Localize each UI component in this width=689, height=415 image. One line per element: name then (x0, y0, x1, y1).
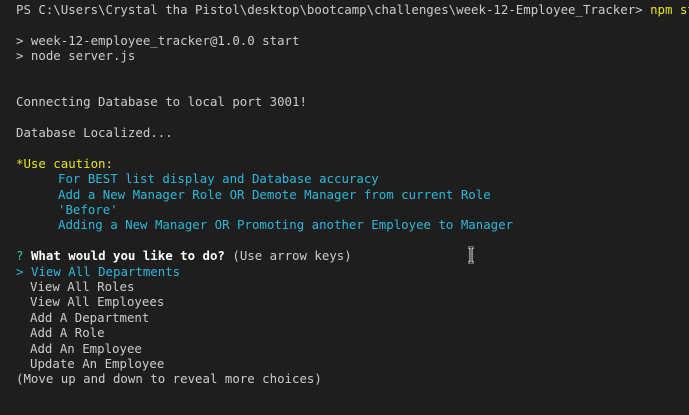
question-line: ? What would you like to do? (Use arrow … (16, 248, 689, 263)
menu-item-label: Update An Employee (30, 355, 165, 371)
caution-line-1: For BEST list display and Database accur… (58, 171, 379, 187)
menu-item-label: View All Employees (30, 294, 165, 310)
menu-item-view-all-departments[interactable]: > View All Departments (16, 264, 689, 279)
menu-item-update-an-employee[interactable]: Update An Employee (16, 356, 689, 371)
prompt-line: PS C:\Users\Crystal tha Pistol\desktop\b… (16, 2, 689, 17)
caution-line-4: Adding a New Manager OR Promoting anothe… (58, 217, 514, 233)
menu-item-add-a-department[interactable]: Add A Department (16, 310, 689, 325)
menu-item-view-all-roles[interactable]: View All Roles (16, 279, 689, 294)
prompt-path: PS C:\Users\Crystal tha Pistol\desktop\b… (16, 2, 643, 17)
menu-item-label: Add A Role (30, 325, 105, 341)
node-server-line: > node server.js (16, 48, 136, 64)
question-mark: ? (16, 248, 24, 264)
caution-heading: *Use caution: (16, 155, 113, 171)
question-hint: (Use arrow keys) (232, 248, 352, 264)
menu-item-add-a-role[interactable]: Add A Role (16, 325, 689, 340)
text-cursor-icon (466, 246, 476, 264)
question-text: What would you like to do? (30, 248, 225, 264)
menu-item-label: View All Roles (30, 279, 135, 295)
menu-item-view-all-employees[interactable]: View All Employees (16, 294, 689, 309)
caution-line-2: Add a New Manager Role OR Demote Manager… (58, 186, 491, 202)
prompt-command: npm start (650, 2, 689, 17)
menu-item-label: Add An Employee (30, 340, 142, 356)
menu-footer-hint: (Move up and down to reveal more choices… (16, 371, 322, 387)
menu-item-label: Add A Department (30, 309, 150, 325)
npm-start-line: > week-12-employee_tracker@1.0.0 start (16, 32, 300, 48)
connecting-message: Connecting Database to local port 3001! (16, 94, 307, 110)
selection-pointer: > (16, 263, 24, 279)
caution-line-3: 'Before' (58, 202, 118, 218)
menu-item-add-an-employee[interactable]: Add An Employee (16, 341, 689, 356)
localized-message: Database Localized... (16, 125, 173, 141)
menu-item-label: View All Departments (30, 263, 181, 279)
terminal-window[interactable]: PS C:\Users\Crystal tha Pistol\desktop\b… (0, 0, 689, 415)
